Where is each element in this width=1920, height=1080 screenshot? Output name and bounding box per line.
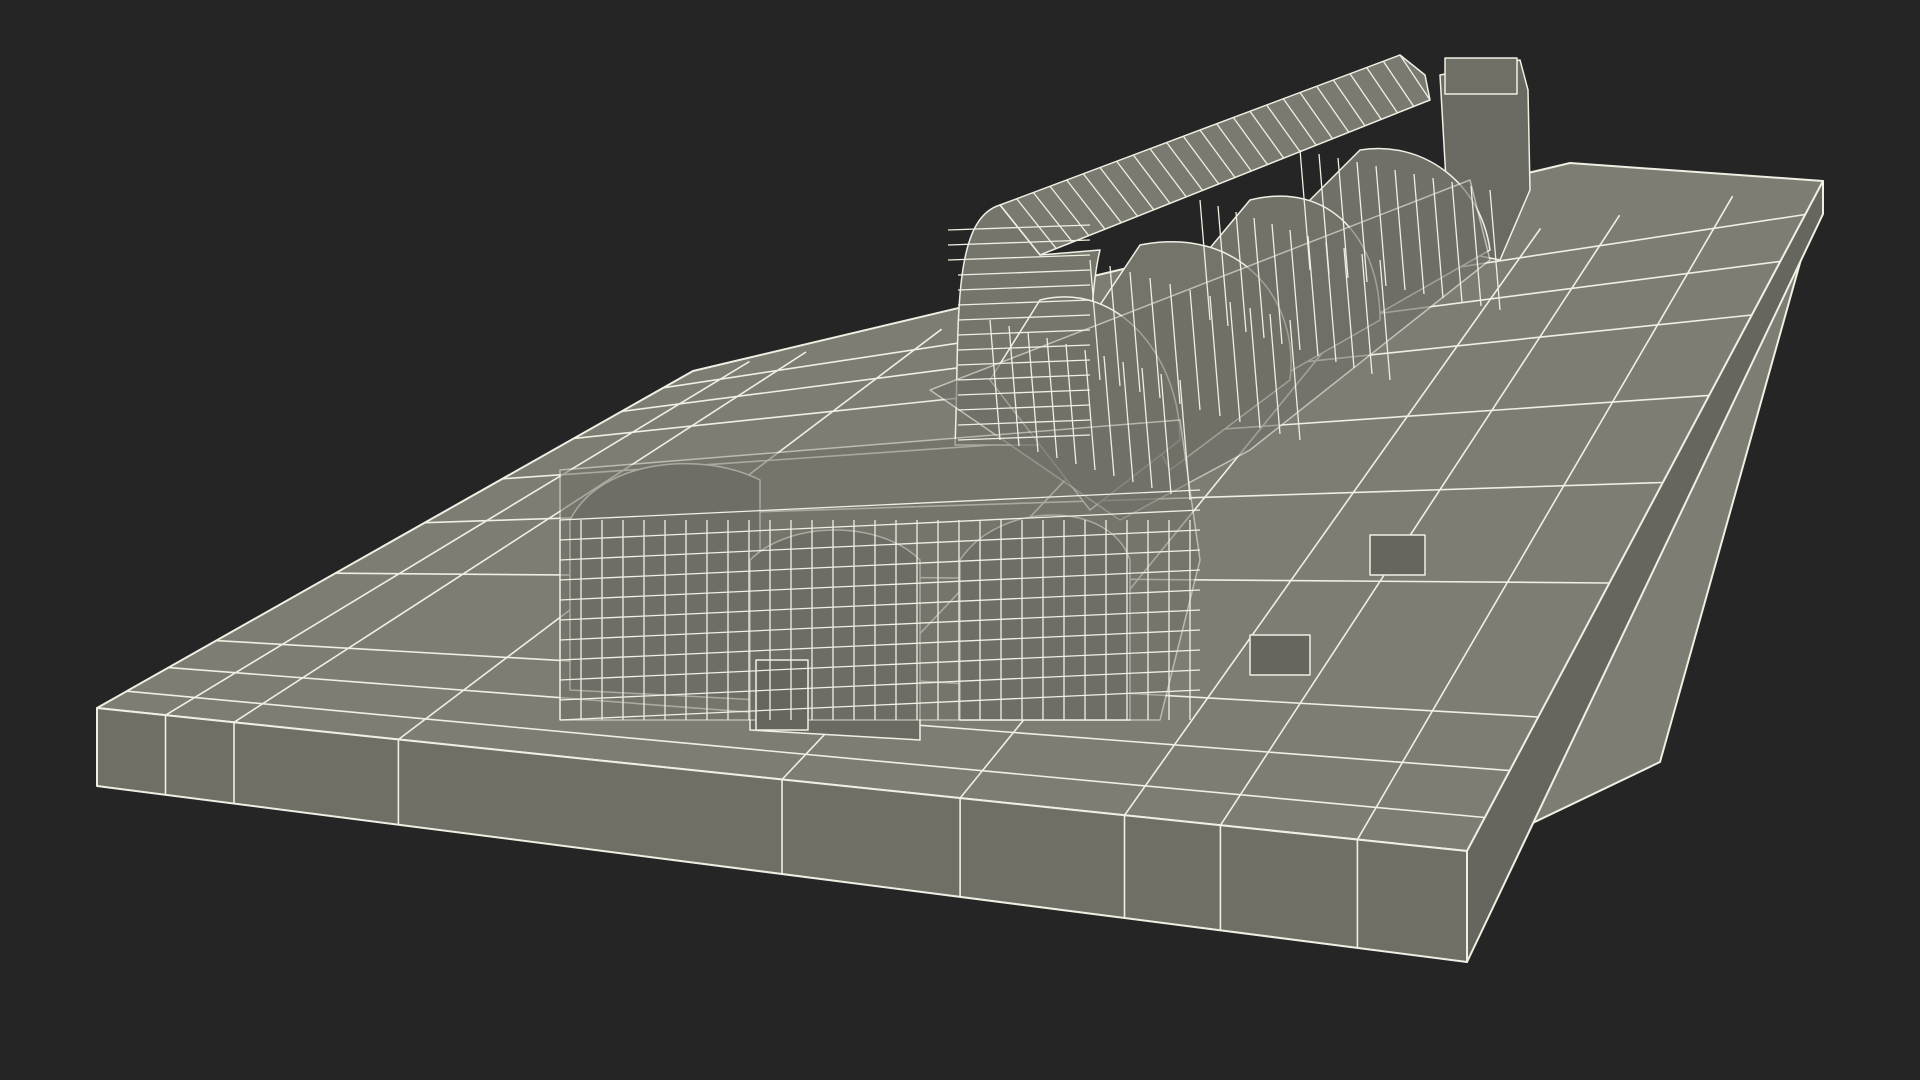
wireframe-scene <box>0 0 1920 1080</box>
render-viewport <box>0 0 1920 1080</box>
pump-skid-right <box>1249 634 1311 676</box>
pump-skid-far <box>1369 534 1426 576</box>
exciter-block <box>1444 57 1518 95</box>
